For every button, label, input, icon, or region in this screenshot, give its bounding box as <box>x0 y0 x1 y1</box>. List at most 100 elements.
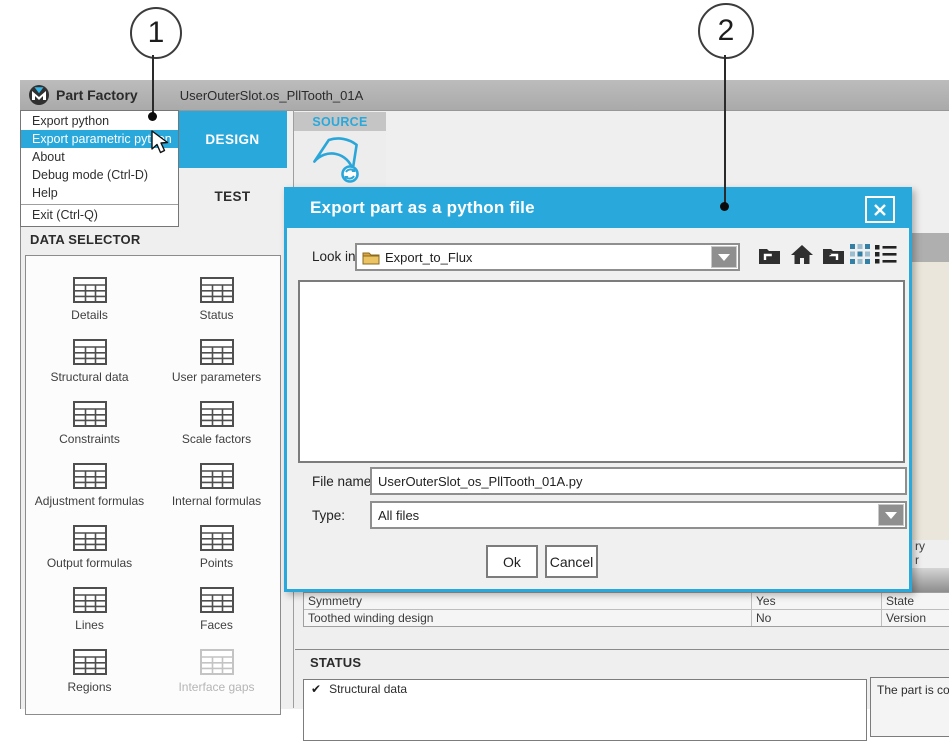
status-section-title: STATUS <box>310 655 361 670</box>
table-cell-meta: Version <box>881 610 949 626</box>
data-selector-item[interactable]: Structural data <box>26 332 153 394</box>
export-dialog-titlebar[interactable]: Export part as a python file <box>284 187 912 228</box>
list-view-icon[interactable] <box>875 244 897 264</box>
tab-design[interactable]: DESIGN <box>178 111 287 168</box>
app-name: Part Factory <box>56 87 138 103</box>
mouse-cursor-icon <box>148 130 172 156</box>
folder-icon <box>362 250 380 265</box>
callout-2-number: 2 <box>718 14 735 48</box>
file-name-input[interactable]: UserOuterSlot_os_PllTooth_01A.py <box>370 467 907 495</box>
close-button[interactable] <box>865 196 895 223</box>
table-grid-icon <box>200 339 234 365</box>
table-cell-value: No <box>751 610 885 626</box>
data-selector-item[interactable]: Constraints <box>26 394 153 456</box>
menu-item[interactable]: Exit (Ctrl-Q) <box>21 204 178 224</box>
parent-folder-icon[interactable] <box>758 244 781 265</box>
data-selector-item-label: Scale factors <box>182 432 251 446</box>
data-selector-item-label: Adjustment formulas <box>35 494 144 508</box>
data-selector-item-label: Constraints <box>59 432 120 446</box>
close-icon <box>873 203 887 217</box>
table-cell-meta: State <box>881 593 949 609</box>
data-selector-item[interactable]: Output formulas <box>26 518 153 580</box>
type-dropdown-arrow[interactable] <box>878 504 904 526</box>
data-selector-item[interactable]: Adjustment formulas <box>26 456 153 518</box>
data-selector-item[interactable]: Lines <box>26 580 153 642</box>
clipped-text-fragment: ry <box>915 540 949 553</box>
table-cell-value: Yes <box>751 593 885 609</box>
table-grid-icon <box>73 649 107 675</box>
callout-2-line <box>724 55 726 203</box>
table-grid-icon <box>73 587 107 613</box>
export-dialog-title: Export part as a python file <box>310 198 535 218</box>
grid-view-icon[interactable] <box>850 244 870 264</box>
home-icon[interactable] <box>790 244 814 265</box>
callout-2: 2 <box>698 3 754 59</box>
status-item-label: Structural data <box>329 682 407 696</box>
data-selector-item-label: Output formulas <box>47 556 132 570</box>
table-grid-icon <box>200 277 234 303</box>
data-selector-item-label: Points <box>200 556 233 570</box>
menu-item[interactable]: Debug mode (Ctrl-D) <box>21 166 178 184</box>
look-in-dropdown-arrow[interactable] <box>711 246 737 268</box>
data-selector-item[interactable]: Interface gaps <box>153 642 280 704</box>
callout-1-line <box>152 55 154 113</box>
data-selector-item-label: User parameters <box>172 370 261 384</box>
data-selector-item-label: Status <box>199 308 233 322</box>
table-row[interactable]: Symmetry Yes State <box>304 593 949 609</box>
data-selector-item[interactable]: User parameters <box>153 332 280 394</box>
type-value: All files <box>378 508 419 523</box>
check-icon: ✔ <box>311 682 321 696</box>
file-list-box[interactable] <box>298 280 905 463</box>
table-cell-name: Toothed winding design <box>308 610 433 626</box>
type-combobox[interactable]: All files <box>370 501 907 529</box>
data-selector-item[interactable]: Points <box>153 518 280 580</box>
table-grid-icon <box>73 277 107 303</box>
properties-table: Symmetry Yes State Toothed winding desig… <box>303 592 949 627</box>
status-item: ✔ Structural data <box>304 680 866 698</box>
table-row[interactable]: Toothed winding design No Version <box>304 609 949 626</box>
export-dialog-body: Look in: Export_to_Flux <box>287 228 909 589</box>
file-name-label: File name: <box>312 474 375 489</box>
data-selector-title: DATA SELECTOR <box>30 232 140 247</box>
callout-1-number: 1 <box>148 16 165 50</box>
status-checklist: ✔ Structural data <box>303 679 867 741</box>
data-selector-item-label: Structural data <box>50 370 128 384</box>
data-selector-item[interactable]: Internal formulas <box>153 456 280 518</box>
callout-2-dot <box>720 202 729 211</box>
look-in-value: Export_to_Flux <box>385 250 472 265</box>
menu-item[interactable]: Help <box>21 184 178 202</box>
data-selector-item[interactable]: Faces <box>153 580 280 642</box>
export-dialog: Export part as a python file Look in: Ex… <box>284 187 912 592</box>
table-grid-icon <box>200 649 234 675</box>
part-source-icon <box>309 131 371 187</box>
tab-test[interactable]: TEST <box>178 168 287 225</box>
section-divider <box>295 649 949 650</box>
data-selector-item[interactable]: Regions <box>26 642 153 704</box>
table-grid-icon <box>200 463 234 489</box>
data-selector-item[interactable]: Status <box>153 270 280 332</box>
data-selector-item-label: Lines <box>75 618 104 632</box>
table-grid-icon <box>73 401 107 427</box>
status-message: The part is comple <box>870 677 949 737</box>
source-section-header: SOURCE <box>294 112 386 131</box>
source-panel[interactable] <box>294 131 386 187</box>
clipped-text-fragment: r <box>915 554 949 567</box>
file-name-value: UserOuterSlot_os_PllTooth_01A.py <box>378 474 583 489</box>
table-grid-icon <box>73 339 107 365</box>
document-title: UserOuterSlot.os_PllTooth_01A <box>180 88 364 103</box>
data-selector-item-label: Details <box>71 308 108 322</box>
look-in-combobox[interactable]: Export_to_Flux <box>355 243 740 271</box>
ok-button[interactable]: Ok <box>486 545 538 578</box>
table-grid-icon <box>200 587 234 613</box>
new-folder-icon[interactable] <box>822 244 845 265</box>
data-selector-item[interactable]: Details <box>26 270 153 332</box>
data-selector-panel: Details Status <box>25 255 281 715</box>
cancel-button[interactable]: Cancel <box>545 545 598 578</box>
table-grid-icon <box>200 401 234 427</box>
data-selector-item-label: Faces <box>200 618 233 632</box>
callout-1: 1 <box>130 7 182 59</box>
data-selector-item[interactable]: Scale factors <box>153 394 280 456</box>
data-selector-item-label: Interface gaps <box>178 680 254 694</box>
data-selector-item-label: Internal formulas <box>172 494 261 508</box>
table-grid-icon <box>73 525 107 551</box>
